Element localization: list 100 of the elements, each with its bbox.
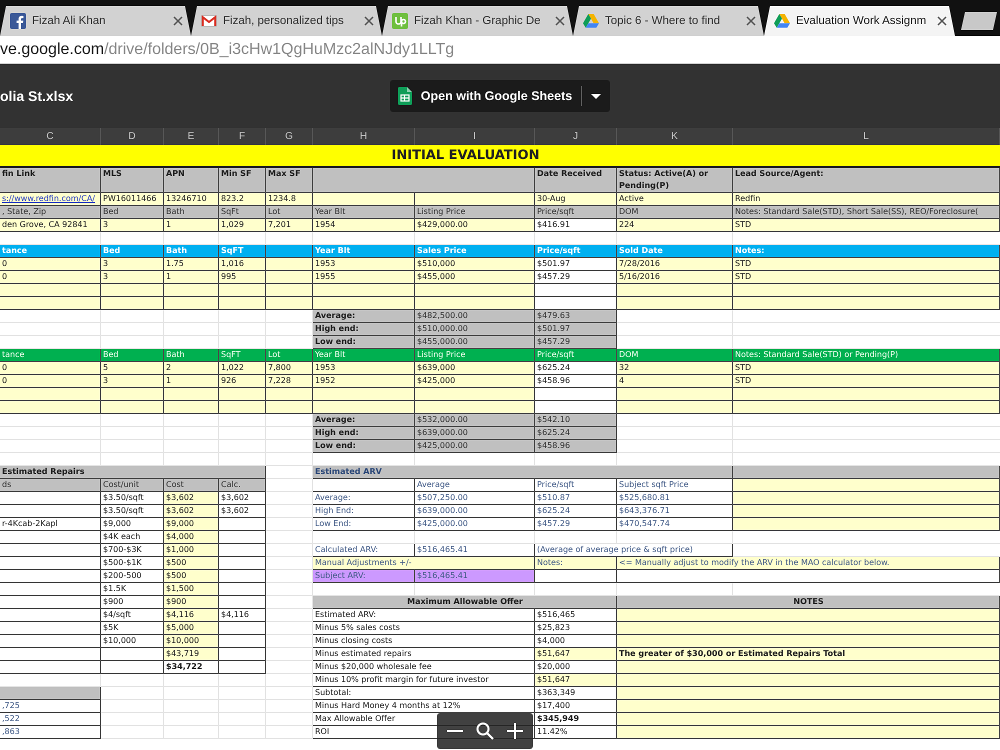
table-cell: Subject ARV:: [313, 570, 415, 583]
close-icon[interactable]: [746, 16, 756, 26]
header-cell: Price/sqft: [535, 349, 617, 362]
header-cell: Bed: [101, 349, 164, 362]
browser-tab[interactable]: Fizah, personalized tips: [191, 6, 382, 36]
table-cell: Minus $20,000 wholesale fee: [313, 661, 535, 674]
table-cell: 5/16/2016: [617, 271, 733, 284]
table-cell: 0: [0, 271, 101, 284]
table-cell: [219, 557, 266, 570]
open-with-button[interactable]: Open with Google Sheets: [390, 80, 610, 112]
table-cell: [266, 284, 313, 297]
table-cell: 1.75: [164, 258, 219, 271]
close-icon[interactable]: [173, 16, 183, 26]
table-cell: $4,000: [535, 635, 617, 648]
header-cell: Cost/unit: [101, 479, 164, 492]
close-icon[interactable]: [937, 16, 947, 26]
browser-tab[interactable]: Fizah Khan - Graphic De: [382, 6, 573, 36]
browser-tab[interactable]: Topic 6 - Where to find: [573, 6, 764, 36]
table-cell: STD: [733, 375, 1000, 388]
header-cell: $425,000.00: [415, 440, 535, 453]
table-cell: $20,000: [535, 661, 617, 674]
header-cell: tance: [0, 349, 101, 362]
table-cell: 1953: [313, 258, 415, 271]
table-cell: 823.2: [219, 193, 266, 206]
table-cell: $25,823: [535, 622, 617, 635]
table-cell: Minus 10% profit margin for future investor: [313, 674, 535, 687]
table-cell: [219, 570, 266, 583]
table-cell: $10,000: [164, 635, 219, 648]
close-icon[interactable]: [555, 16, 565, 26]
table-cell: $625.24: [535, 362, 617, 375]
table-cell: 7,201: [266, 219, 313, 232]
header-cell: High end:: [313, 323, 415, 336]
table-cell: $457.29: [535, 271, 617, 284]
table-cell: $200-500: [101, 570, 164, 583]
table-cell: [219, 388, 266, 401]
table-cell: Minus estimated repairs: [313, 648, 535, 661]
table-cell: $507,250.00: [415, 492, 535, 505]
table-cell: [219, 583, 266, 596]
table-cell: 32: [617, 362, 733, 375]
table-cell: 3: [101, 271, 164, 284]
table-cell: 1,029: [219, 219, 266, 232]
minus-icon: [446, 730, 463, 732]
triangle-logo-icon: [774, 14, 790, 28]
table-cell: [219, 544, 266, 557]
table-cell: 5: [101, 362, 164, 375]
header-cell: Bath: [164, 206, 219, 219]
table-cell: $3,602: [219, 505, 266, 518]
header-cell: Notes: Standard Sale(STD) or Pending(P): [733, 349, 1000, 362]
table-cell: $17,400: [535, 700, 617, 713]
header-cell: Year Blt: [313, 206, 415, 219]
table-cell: [219, 648, 266, 661]
table-cell: STD: [733, 219, 1000, 232]
header-cell: Bed: [101, 206, 164, 219]
table-cell: 1: [164, 219, 219, 232]
table-cell: den Grove, CA 92841: [0, 219, 101, 232]
table-cell: Manual Adjustments +/-: [313, 557, 535, 570]
table-cell: $516,465: [535, 609, 617, 622]
table-cell: STD: [733, 271, 1000, 284]
table-cell: 30-Aug: [535, 193, 617, 206]
header-cell: $542.10: [535, 414, 617, 427]
table-cell: Price/sqft: [535, 479, 617, 492]
url-link[interactable]: s://www.redfin.com/CA/: [2, 194, 95, 203]
table-cell: <= Manually adjust to modify the ARV in the MAO calculator below.: [617, 557, 1000, 570]
header-cell: Estimated ARV: [313, 466, 733, 479]
header-cell: Average:: [313, 414, 415, 427]
table-cell: The greater of $30,000 or Estimated Repairs Total: [617, 648, 1000, 661]
table-cell: $700-$3K: [101, 544, 164, 557]
table-cell: 2: [164, 362, 219, 375]
table-cell: 13246710: [164, 193, 219, 206]
table-cell: ,725: [0, 700, 101, 713]
header-cell: Sold Date: [617, 245, 733, 258]
table-cell: 7/28/2016: [617, 258, 733, 271]
table-cell: [266, 271, 313, 284]
close-icon[interactable]: [364, 16, 374, 26]
caret-icon: [591, 94, 602, 98]
table-cell: 3: [101, 375, 164, 388]
sheet-title: INITIAL EVALUATION: [313, 145, 617, 168]
table-cell: $4,116: [164, 609, 219, 622]
header-cell: $510,000.00: [415, 323, 535, 336]
table-cell: $500: [164, 570, 219, 583]
header-cell: Max SF: [266, 168, 313, 193]
table-cell: $425,000.00: [415, 518, 535, 531]
table-cell: 1: [164, 375, 219, 388]
browser-tab[interactable]: Fizah Ali Khan: [0, 6, 191, 36]
table-cell: $363,349: [535, 687, 617, 700]
header-cell: Bath: [164, 349, 219, 362]
table-cell: $458.96: [535, 375, 617, 388]
table-cell: Redfin: [733, 193, 1000, 206]
header-cell: NOTES: [617, 596, 1000, 609]
new-tab-button[interactable]: [961, 12, 997, 30]
header-cell: Listing Price: [415, 206, 535, 219]
table-cell: Average: [415, 479, 535, 492]
header-cell: $532,000.00: [415, 414, 535, 427]
table-cell: Subtotal:: [313, 687, 535, 700]
table-cell: $10,000: [101, 635, 164, 648]
browser-tab[interactable]: Evaluation Work Assignm: [764, 6, 955, 36]
table-cell: Subject sqft Price: [617, 479, 733, 492]
table-cell: [266, 388, 313, 401]
table-cell: $3,602: [164, 505, 219, 518]
table-cell: [219, 531, 266, 544]
